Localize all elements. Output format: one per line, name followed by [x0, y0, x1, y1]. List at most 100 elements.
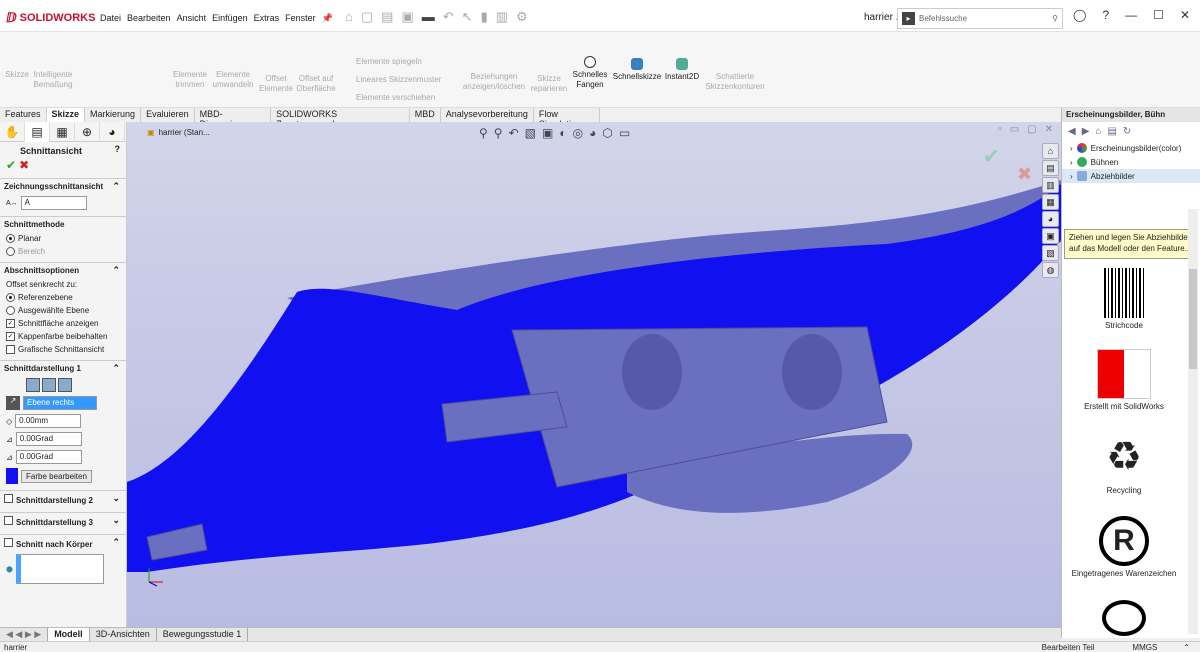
forum-icon[interactable]: ◍ [1042, 262, 1059, 278]
plane-selection-field[interactable]: Ebene rechts [23, 396, 97, 410]
status-expand-icon[interactable]: ⌃ [1183, 643, 1190, 652]
move-entities-button[interactable]: Elemente verschieben [356, 93, 456, 103]
top-plane-icon[interactable] [42, 378, 56, 392]
feature-tree-tab-icon[interactable]: ✋ [0, 122, 25, 142]
offset-entities-button[interactable]: Offset Elemente [256, 74, 296, 94]
minimize-icon[interactable]: — [1125, 8, 1137, 22]
task-pane-scrollbar[interactable] [1188, 209, 1198, 634]
radio-bereich[interactable]: Bereich [0, 245, 126, 258]
radio-ausgewaehlte-ebene[interactable]: Ausgewählte Ebene [0, 304, 126, 317]
smart-dimension-button[interactable]: Intelligente Bemaßung [30, 70, 76, 90]
repair-sketch-button[interactable]: Skizze reparieren [528, 74, 570, 94]
appearances-icon[interactable]: ◕ [1042, 211, 1059, 227]
forward-icon[interactable]: ▶ [1082, 126, 1090, 137]
status-units[interactable]: MMGS [1132, 643, 1157, 652]
offset-surface-button[interactable]: Offset auf Oberfläche [294, 74, 338, 94]
config-manager-tab-icon[interactable]: ▦ [50, 122, 75, 142]
mirror-entities-button[interactable]: Elemente spiegeln [356, 57, 436, 67]
pin-icon[interactable]: 📌 [322, 13, 333, 24]
help-icon[interactable]: ? [1102, 8, 1109, 22]
close-icon[interactable]: ✕ [1180, 8, 1190, 22]
tab-modell[interactable]: Modell [48, 628, 90, 641]
tab-3d-ansichten[interactable]: 3D-Ansichten [90, 628, 157, 641]
rapid-sketch-button[interactable]: Schnellskizze [612, 58, 662, 82]
convert-entities-button[interactable]: Elemente umwandeln [210, 70, 256, 90]
file-props-icon[interactable]: ▥ [496, 9, 508, 25]
checkbox-kappenfarbe[interactable]: ✓ Kappenfarbe beibehalten [0, 330, 126, 343]
back-icon[interactable]: ◀ [1068, 126, 1076, 137]
menu-bearbeiten[interactable]: Bearbeiten [127, 13, 171, 24]
tab-bewegungsstudie[interactable]: Bewegungsstudie 1 [157, 628, 249, 641]
cancel-icon[interactable]: ✖ [19, 158, 29, 172]
decal-barcode[interactable]: Strichcode [1061, 268, 1187, 330]
home-icon[interactable]: ⌂ [1095, 126, 1101, 137]
instant2d-button[interactable]: Instant2D [662, 58, 702, 82]
maximize-icon[interactable]: ☐ [1153, 8, 1164, 22]
section-darstellung-1[interactable]: Schnittdarstellung 1 ⌃ [0, 360, 126, 376]
tree-item-appearances[interactable]: › Erscheinungsbilder(color) [1062, 141, 1200, 155]
decal-solidworks[interactable]: Erstellt mit SolidWorks [1061, 349, 1187, 411]
user-icon[interactable]: ◯ [1073, 8, 1086, 22]
search-icon[interactable]: ⚲ [1052, 14, 1058, 23]
help-icon[interactable]: ? [115, 144, 121, 154]
tab-flow-simulation[interactable]: Flow Simulation [533, 108, 600, 129]
menu-datei[interactable]: Datei [100, 13, 121, 24]
design-library-icon[interactable]: ▥ [1042, 177, 1059, 193]
solidworks-logo[interactable]: ⅅ SOLIDWORKS [6, 10, 95, 26]
menu-ansicht[interactable]: Ansicht [177, 13, 207, 24]
save-icon[interactable]: ▣ [401, 9, 413, 25]
custom-properties-icon[interactable]: ▧ [1042, 245, 1059, 261]
angle-x-input[interactable]: 0.00Grad [15, 432, 82, 446]
command-search[interactable]: ▸ Befehlssuche ⚲ [897, 8, 1063, 29]
radio-planar[interactable]: Planar [0, 232, 126, 245]
linear-pattern-button[interactable]: Lineares Skizzenmuster [356, 75, 456, 85]
section-optionen[interactable]: Abschnittsoptionen ⌃ [0, 262, 126, 278]
quick-snaps-button[interactable]: Schnelles Fangen [570, 56, 610, 90]
tab-markierung[interactable]: Markierung [85, 108, 142, 122]
tab-analysevorbereitung[interactable]: Analysevorbereitung [440, 108, 534, 122]
tab-skizze[interactable]: Skizze [46, 108, 86, 122]
section-zeichnung[interactable]: Zeichnungsschnittansicht ⌃ [0, 178, 126, 194]
menu-fenster[interactable]: Fenster [285, 13, 316, 24]
ok-icon[interactable]: ✔ [6, 158, 16, 172]
file-explorer-icon[interactable]: ▦ [1042, 194, 1059, 210]
undo-icon[interactable]: ↶ [443, 9, 454, 25]
checkbox-schnittflaeche[interactable]: ✓ Schnittfläche anzeigen [0, 317, 126, 330]
view-palette-icon[interactable]: ▣ [1042, 228, 1059, 244]
tab-zusatzanwendungen[interactable]: SOLIDWORKS Zusatzanwendungen [271, 108, 410, 129]
resources-icon[interactable]: ▤ [1042, 160, 1059, 176]
display-manager-tab-icon[interactable]: ◕ [100, 122, 125, 142]
menu-extras[interactable]: Extras [254, 13, 280, 24]
tab-mbd[interactable]: MBD [409, 108, 441, 122]
sketch-button[interactable]: Skizze [4, 70, 30, 80]
section-name-input[interactable]: A [20, 196, 87, 210]
tab-features[interactable]: Features [0, 108, 47, 122]
graphics-area[interactable]: ▣ harrier (Stan... ⚲ ⚲ ↶ ▧ ▣ ◐ ◎ ◕ ⬡ ▭ ▫ ▭ ▢ ✕ ✔ ✖ [127, 122, 1061, 627]
section-darstellung-3[interactable]: Schnittdarstellung 3 ⌄ [0, 512, 126, 530]
decal-ul[interactable] [1061, 600, 1187, 636]
angle-y-input[interactable]: 0.00Grad [15, 450, 82, 464]
decal-registered[interactable]: R Eingetragenes Warenzeichen [1061, 516, 1187, 578]
section-methode[interactable]: Schnittmethode [0, 216, 126, 232]
checkbox-grafische[interactable]: Grafische Schnittansicht [0, 343, 126, 356]
section-darstellung-2[interactable]: Schnittdarstellung 2 ⌄ [0, 490, 126, 508]
home-icon[interactable]: ⌂ [345, 9, 353, 25]
tree-item-decals[interactable]: › Abziehbilder [1062, 169, 1200, 183]
radio-referenzebene[interactable]: Referenzebene [0, 291, 126, 304]
relations-button[interactable]: Beziehungen anzeigen/löschen [462, 72, 526, 92]
print-icon[interactable]: ▬ [422, 9, 435, 25]
trim-entities-button[interactable]: Elemente trimmen [170, 70, 210, 90]
shaded-contours-button[interactable]: Schattierte Skizzenkonturen [702, 72, 768, 92]
dimxpert-tab-icon[interactable]: ⊕ [75, 122, 100, 142]
distance-input[interactable]: 0.00mm [15, 414, 82, 428]
open-icon[interactable]: ▤ [381, 9, 393, 25]
options-gear-icon[interactable]: ⚙ [516, 9, 528, 25]
section-koerper[interactable]: Schnitt nach Körper ⌃ [0, 534, 126, 552]
tab-scroll-arrows[interactable]: ◀ ◀ ▶ ▶ [0, 628, 49, 641]
add-folder-icon[interactable]: ▤ [1107, 126, 1116, 137]
property-manager-tab-icon[interactable]: ▤ [25, 122, 50, 142]
tab-mbd-dimensionen[interactable]: MBD-Dimensionen [194, 108, 272, 129]
menu-einfuegen[interactable]: Einfügen [212, 13, 248, 24]
tab-evaluieren[interactable]: Evaluieren [141, 108, 195, 122]
tree-item-scenes[interactable]: › Bühnen [1062, 155, 1200, 169]
